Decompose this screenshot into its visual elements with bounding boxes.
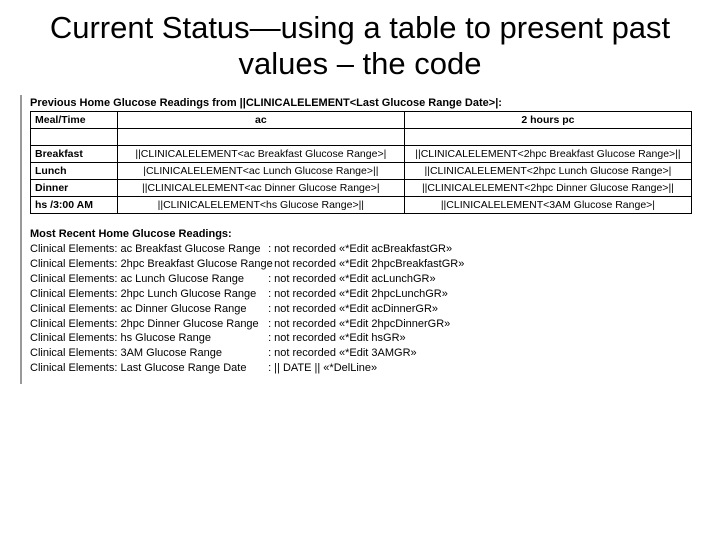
table-header-row: Meal/Time ac 2 hours pc bbox=[31, 112, 692, 129]
clinical-element-value: : || DATE || «*DelLine» bbox=[268, 361, 377, 376]
cell-pc: ||CLINICALELEMENT<3AM Glucose Range>| bbox=[404, 197, 691, 214]
cell-pc: ||CLINICALELEMENT<2hpc Lunch Glucose Ran… bbox=[404, 163, 691, 180]
table-row bbox=[31, 129, 692, 146]
previous-readings-heading: Previous Home Glucose Readings from ||CL… bbox=[30, 97, 692, 109]
cell-ac bbox=[117, 129, 404, 146]
clinical-element-label: Clinical Elements: Last Glucose Range Da… bbox=[30, 361, 265, 376]
table-row: Lunch |CLINICALELEMENT<ac Lunch Glucose … bbox=[31, 163, 692, 180]
list-item: Clinical Elements: Last Glucose Range Da… bbox=[30, 361, 692, 376]
slide-title: Current Status—using a table to present … bbox=[20, 10, 700, 81]
cell-pc: ||CLINICALELEMENT<2hpc Breakfast Glucose… bbox=[404, 146, 691, 163]
cell-meal bbox=[31, 129, 118, 146]
cell-ac: ||CLINICALELEMENT<hs Glucose Range>|| bbox=[117, 197, 404, 214]
list-item: Clinical Elements: ac Lunch Glucose Rang… bbox=[30, 272, 692, 287]
cell-ac: |CLINICALELEMENT<ac Lunch Glucose Range>… bbox=[117, 163, 404, 180]
cell-meal: Lunch bbox=[31, 163, 118, 180]
table-row: Breakfast ||CLINICALELEMENT<ac Breakfast… bbox=[31, 146, 692, 163]
slide: Current Status—using a table to present … bbox=[0, 0, 720, 540]
list-item: Clinical Elements: 2hpc Dinner Glucose R… bbox=[30, 317, 692, 332]
clinical-element-label: Clinical Elements: ac Dinner Glucose Ran… bbox=[30, 302, 265, 317]
cell-ac: ||CLINICALELEMENT<ac Breakfast Glucose R… bbox=[117, 146, 404, 163]
table-row: hs /3:00 AM ||CLINICALELEMENT<hs Glucose… bbox=[31, 197, 692, 214]
content-area: Previous Home Glucose Readings from ||CL… bbox=[20, 95, 700, 384]
list-item: Clinical Elements: hs Glucose Range : no… bbox=[30, 331, 692, 346]
list-item: Clinical Elements: 3AM Glucose Range : n… bbox=[30, 346, 692, 361]
cell-meal: hs /3:00 AM bbox=[31, 197, 118, 214]
recent-readings-list: Clinical Elements: ac Breakfast Glucose … bbox=[30, 242, 692, 376]
clinical-element-label: Clinical Elements: hs Glucose Range bbox=[30, 331, 265, 346]
clinical-element-value: : not recorded «*Edit 2hpcLunchGR» bbox=[268, 287, 448, 302]
col-header-ac: ac bbox=[117, 112, 404, 129]
clinical-element-label: Clinical Elements: 3AM Glucose Range bbox=[30, 346, 265, 361]
clinical-element-value: : not recorded «*Edit 2hpcDinnerGR» bbox=[268, 317, 450, 332]
col-header-meal: Meal/Time bbox=[31, 112, 118, 129]
cell-pc: ||CLINICALELEMENT<2hpc Dinner Glucose Ra… bbox=[404, 180, 691, 197]
list-item: Clinical Elements: 2hpc Lunch Glucose Ra… bbox=[30, 287, 692, 302]
recent-readings-heading: Most Recent Home Glucose Readings: bbox=[30, 228, 692, 240]
cell-meal: Breakfast bbox=[31, 146, 118, 163]
cell-pc bbox=[404, 129, 691, 146]
glucose-table: Meal/Time ac 2 hours pc Breakfast ||CLIN… bbox=[30, 111, 692, 214]
clinical-element-value: : not recorded «*Edit 2hpcBreakfastGR» bbox=[268, 257, 464, 272]
clinical-element-label: Clinical Elements: 2hpc Dinner Glucose R… bbox=[30, 317, 265, 332]
clinical-element-label: Clinical Elements: ac Breakfast Glucose … bbox=[30, 242, 265, 257]
clinical-element-value: : not recorded «*Edit 3AMGR» bbox=[268, 346, 417, 361]
list-item: Clinical Elements: 2hpc Breakfast Glucos… bbox=[30, 257, 692, 272]
clinical-element-label: Clinical Elements: 2hpc Lunch Glucose Ra… bbox=[30, 287, 265, 302]
col-header-pc: 2 hours pc bbox=[404, 112, 691, 129]
list-item: Clinical Elements: ac Breakfast Glucose … bbox=[30, 242, 692, 257]
list-item: Clinical Elements: ac Dinner Glucose Ran… bbox=[30, 302, 692, 317]
clinical-element-value: : not recorded «*Edit hsGR» bbox=[268, 331, 406, 346]
clinical-element-label: Clinical Elements: 2hpc Breakfast Glucos… bbox=[30, 257, 265, 272]
clinical-element-value: : not recorded «*Edit acDinnerGR» bbox=[268, 302, 438, 317]
table-row: Dinner ||CLINICALELEMENT<ac Dinner Gluco… bbox=[31, 180, 692, 197]
clinical-element-label: Clinical Elements: ac Lunch Glucose Rang… bbox=[30, 272, 265, 287]
cell-meal: Dinner bbox=[31, 180, 118, 197]
clinical-element-value: : not recorded «*Edit acLunchGR» bbox=[268, 272, 436, 287]
clinical-element-value: : not recorded «*Edit acBreakfastGR» bbox=[268, 242, 452, 257]
cell-ac: ||CLINICALELEMENT<ac Dinner Glucose Rang… bbox=[117, 180, 404, 197]
